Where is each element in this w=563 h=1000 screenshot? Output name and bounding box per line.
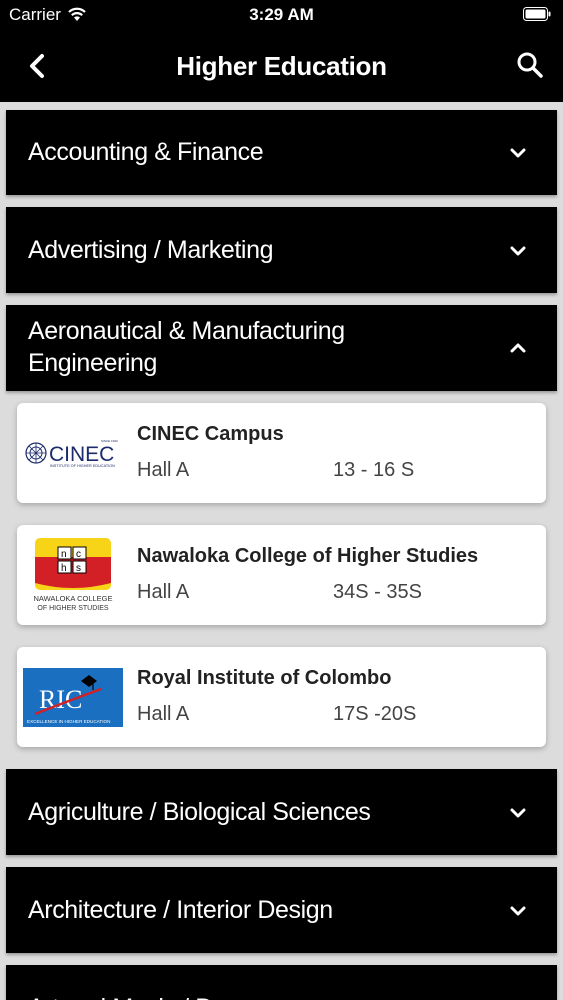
institution-hall: Hall A [137, 703, 190, 725]
page-title: Higher Education [176, 51, 387, 81]
nawaloka-logo-s: s [76, 563, 81, 574]
battery-icon [523, 7, 551, 21]
chevron-down-icon [510, 906, 526, 916]
nawaloka-logo-h: h [61, 563, 67, 574]
chevron-down-icon [510, 148, 526, 158]
category-architecture-interior-design[interactable]: Architecture / Interior Design [6, 867, 557, 953]
category-label: Accounting & Finance [28, 138, 264, 166]
cinec-logo-text: CINEC [49, 443, 114, 466]
navigation-bar: Higher Education [0, 30, 563, 102]
ric-logo-subtext: EXCELLENCE IN HIGHER EDUCATION [27, 719, 110, 724]
institution-name: Royal Institute of Colombo [137, 667, 392, 689]
nawaloka-logo: n c h s NAWALOKA COLLEGE OF HIGHER STUDI… [33, 538, 113, 612]
clock: 3:29 AM [249, 5, 314, 24]
category-label-line2: Engineering [28, 349, 158, 377]
ric-logo: RIC EXCELLENCE IN HIGHER EDUCATION [23, 668, 123, 727]
nawaloka-logo-c: c [76, 549, 81, 560]
category-label: Aeronautical & Manufacturing Engineering [28, 315, 345, 379]
category-label: Art and Music / Drama [28, 992, 269, 1000]
category-accounting-finance[interactable]: Accounting & Finance [6, 110, 557, 195]
category-advertising-marketing[interactable]: Advertising / Marketing [6, 207, 557, 293]
institution-stall: 34S - 35S [333, 581, 422, 603]
institution-stall: 17S -20S [333, 703, 417, 725]
category-label: Advertising / Marketing [28, 236, 274, 264]
institution-card-ric[interactable]: RIC EXCELLENCE IN HIGHER EDUCATION Royal… [17, 647, 546, 747]
category-aeronautical-engineering[interactable]: Aeronautical & Manufacturing Engineering [6, 305, 557, 391]
cinec-logo: CINEC INSTITUTE OF HIGHER EDUCATION SINC… [25, 439, 118, 468]
institution-name: CINEC Campus [137, 423, 284, 445]
institution-hall: Hall A [137, 581, 190, 603]
nawaloka-logo-subtext2: OF HIGHER STUDIES [37, 605, 109, 612]
cinec-logo-subtext: INSTITUTE OF HIGHER EDUCATION [50, 464, 115, 468]
category-label: Architecture / Interior Design [28, 896, 333, 924]
search-icon[interactable] [515, 50, 545, 80]
institution-card-cinec[interactable]: CINEC INSTITUTE OF HIGHER EDUCATION SINC… [17, 403, 546, 503]
category-art-music-drama[interactable]: Art and Music / Drama [6, 965, 557, 1000]
institution-card-nawaloka[interactable]: n c h s NAWALOKA COLLEGE OF HIGHER STUDI… [17, 525, 546, 625]
status-bar: Carrier 3:29 AM [0, 0, 563, 30]
category-agriculture-biological-sciences[interactable]: Agriculture / Biological Sciences [6, 769, 557, 855]
category-label-line1: Aeronautical & Manufacturing [28, 317, 345, 345]
institution-name: Nawaloka College of Higher Studies [137, 545, 479, 567]
nawaloka-logo-subtext1: NAWALOKA COLLEGE [33, 594, 112, 603]
cinec-logo-since: SINCE 1990 [101, 439, 118, 443]
institution-hall: Hall A [137, 459, 190, 481]
category-label: Agriculture / Biological Sciences [28, 798, 371, 826]
chevron-down-icon [510, 246, 526, 256]
institution-stall: 13 - 16 S [333, 459, 415, 481]
chevron-down-icon [510, 808, 526, 818]
nawaloka-logo-n: n [61, 549, 67, 560]
chevron-up-icon [510, 343, 526, 353]
